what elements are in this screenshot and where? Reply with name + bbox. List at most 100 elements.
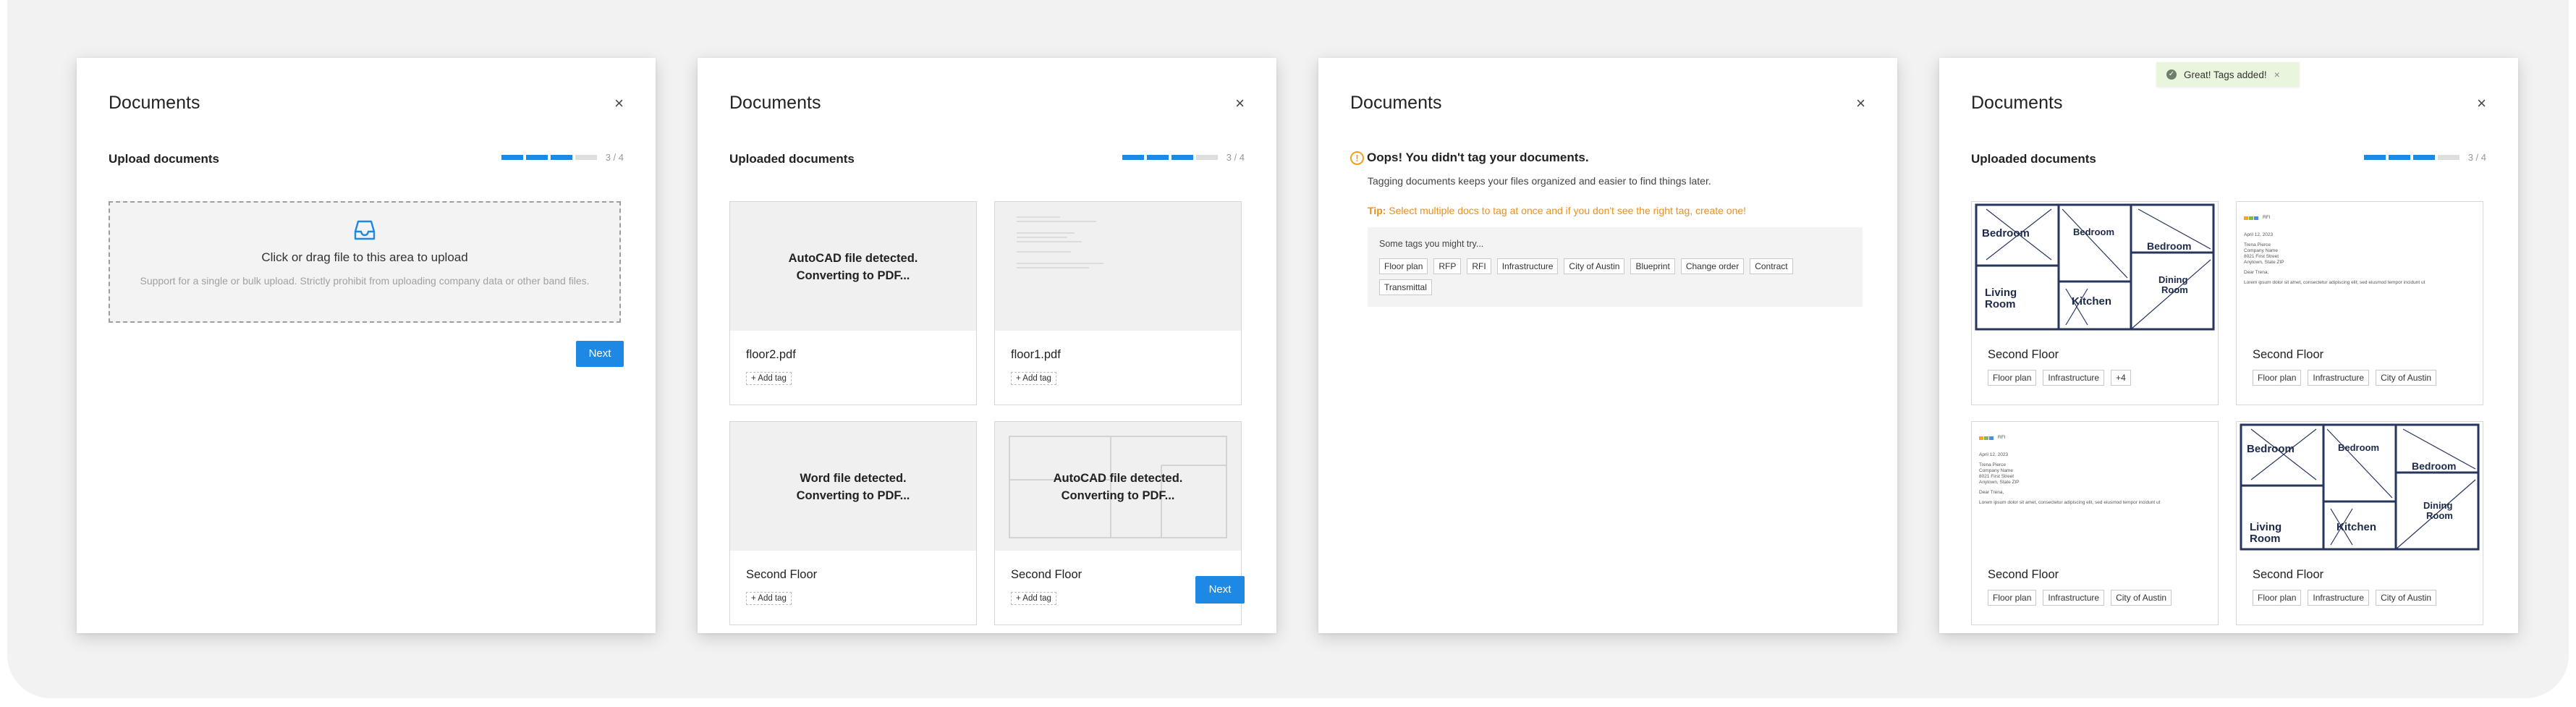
tag-chip[interactable]: Floor plan xyxy=(1988,370,2037,386)
warning-title: Oops! You didn't tag your documents. xyxy=(1367,151,1589,164)
close-icon[interactable]: × xyxy=(2477,94,2486,113)
letter-greeting: Dear Trena, xyxy=(2244,270,2269,275)
document-type-label: RFI xyxy=(1998,435,2006,440)
document-name: Second Floor xyxy=(1988,568,2059,581)
suggested-tag[interactable]: Infrastructure xyxy=(1496,258,1559,274)
letter-date: April 12, 2023 xyxy=(2244,232,2274,237)
room-label: Dining xyxy=(2423,500,2452,511)
tag-chip[interactable]: Floor plan xyxy=(2253,370,2302,386)
check-circle-icon: ✓ xyxy=(2166,69,2177,80)
close-icon[interactable]: × xyxy=(614,94,624,113)
close-icon[interactable]: × xyxy=(1235,94,1245,113)
inbox-icon xyxy=(354,220,376,240)
progress-segment xyxy=(2388,155,2410,160)
letter-body: Lorem ipsum dolor sit amet, consectetur … xyxy=(2244,280,2425,285)
tag-list: Floor plan Infrastructure City of Austin xyxy=(1988,590,2178,606)
warning-icon: ! xyxy=(1350,151,1364,165)
document-card[interactable]: Bedroom Bedroom Bedroom Living Room Kitc… xyxy=(1971,201,2219,405)
close-icon[interactable]: × xyxy=(1856,94,1865,113)
add-tag-button[interactable]: + Add tag xyxy=(746,372,792,385)
step-counter: 3 / 4 xyxy=(605,152,624,163)
tagged-documents-dialog: Documents × Uploaded documents 3 / 4 Bed… xyxy=(1939,58,2518,633)
progress-segment xyxy=(525,155,548,160)
tag-chip[interactable]: Infrastructure xyxy=(2308,590,2370,606)
logo-mark xyxy=(2254,216,2258,220)
suggested-tag[interactable]: RFP xyxy=(1433,258,1462,274)
document-preview-lines xyxy=(1017,216,1118,271)
next-button[interactable]: Next xyxy=(576,341,624,367)
add-tag-button[interactable]: + Add tag xyxy=(1011,592,1056,605)
suggested-tag[interactable]: RFI xyxy=(1467,258,1491,274)
suggested-tag[interactable]: Transmittal xyxy=(1379,279,1432,295)
toast-close-icon[interactable]: × xyxy=(2274,69,2280,80)
tag-chip[interactable]: City of Austin xyxy=(2111,590,2172,606)
letter-address-line: Trena Pierce xyxy=(1979,462,2006,467)
blueprint-preview: Bedroom Bedroom Bedroom Living Room Kitc… xyxy=(1975,203,2215,331)
suggested-tags-list: Floor plan RFP RFI Infrastructure City o… xyxy=(1379,258,1857,300)
suggested-tags-box: Some tags you might try... Floor plan RF… xyxy=(1368,227,1863,307)
document-name: Second Floor xyxy=(1011,568,1082,581)
suggested-tag[interactable]: Contract xyxy=(1750,258,1793,274)
suggested-tag[interactable]: City of Austin xyxy=(1564,258,1625,274)
room-label: Bedroom xyxy=(2338,442,2379,453)
room-label: Bedroom xyxy=(2412,460,2456,472)
tag-chip[interactable]: Floor plan xyxy=(2253,590,2302,606)
progress-segment xyxy=(575,155,597,160)
warning-body: Tagging documents keeps your files organ… xyxy=(1368,175,1711,187)
upload-dropzone[interactable]: Click or drag file to this area to uploa… xyxy=(109,201,621,323)
toast-message: Great! Tags added! xyxy=(2184,69,2267,80)
dialog-title: Documents xyxy=(1350,93,1442,113)
room-label: Bedroom xyxy=(2073,227,2114,237)
tag-list: Floor plan Infrastructure +4 xyxy=(1988,370,2138,386)
progress-segment xyxy=(501,155,523,160)
tag-chip[interactable]: Infrastructure xyxy=(2043,370,2105,386)
logo-mark xyxy=(1979,436,1983,440)
success-toast: ✓ Great! Tags added! × xyxy=(2156,62,2300,87)
tag-chip[interactable]: Floor plan xyxy=(1988,590,2037,606)
document-name: floor1.pdf xyxy=(1011,348,1061,361)
progress-segment xyxy=(2437,155,2460,160)
uploaded-documents-dialog: Documents × Uploaded documents 3 / 4 Aut… xyxy=(698,58,1276,633)
step-title: Upload documents xyxy=(109,152,220,166)
next-button[interactable]: Next xyxy=(1195,576,1245,604)
document-name: Second Floor xyxy=(2253,348,2324,361)
tag-chip[interactable]: City of Austin xyxy=(2376,590,2437,606)
more-tags-chip[interactable]: +4 xyxy=(2111,370,2131,386)
letter-date: April 12, 2023 xyxy=(1979,452,2009,457)
step-progress: 3 / 4 xyxy=(1122,152,1245,163)
tip-text: Tip: Select multiple docs to tag at once… xyxy=(1368,205,1746,216)
document-card[interactable]: Bedroom Bedroom Bedroom Living Room Kitc… xyxy=(2236,421,2483,625)
progress-segment xyxy=(1171,155,1193,160)
document-thumbnail: RFI April 12, 2023 Trena Pierce Company … xyxy=(1972,422,2218,551)
document-type-label: RFI xyxy=(2263,215,2271,220)
tag-chip[interactable]: City of Austin xyxy=(2376,370,2437,386)
suggested-tag[interactable]: Blueprint xyxy=(1630,258,1675,274)
logo-mark xyxy=(2244,216,2248,220)
add-tag-button[interactable]: + Add tag xyxy=(746,592,792,605)
add-tag-button[interactable]: + Add tag xyxy=(1011,372,1056,385)
document-card[interactable]: floor1.pdf + Add tag xyxy=(994,201,1242,405)
conversion-status-line: Converting to PDF... xyxy=(1061,489,1175,502)
document-card[interactable]: Word file detected. Converting to PDF...… xyxy=(729,421,977,625)
suggested-tag[interactable]: Floor plan xyxy=(1379,258,1428,274)
letter-address-line: Anytown, State ZIP xyxy=(1979,480,2020,485)
dialog-title: Documents xyxy=(729,93,821,113)
letter-address-line: Company Name xyxy=(1979,468,2013,473)
suggested-tag[interactable]: Change order xyxy=(1680,258,1745,274)
step-progress: 3 / 4 xyxy=(501,152,624,163)
document-card[interactable]: RFI April 12, 2023 Trena Pierce Company … xyxy=(2236,201,2483,405)
document-thumbnail: AutoCAD file detected. Converting to PDF… xyxy=(995,422,1241,551)
conversion-status: Word file detected. Converting to PDF... xyxy=(730,470,976,504)
conversion-status-line: AutoCAD file detected. xyxy=(1053,472,1183,485)
missing-tags-dialog: Documents × ! Oops! You didn't tag your … xyxy=(1318,58,1897,633)
progress-segment xyxy=(1122,155,1144,160)
tag-chip[interactable]: Infrastructure xyxy=(2308,370,2370,386)
room-label: Living xyxy=(2250,521,2281,533)
tag-chip[interactable]: Infrastructure xyxy=(2043,590,2105,606)
letter-address-line: Anytown, State ZIP xyxy=(2244,260,2284,265)
conversion-status-line: Converting to PDF... xyxy=(796,269,910,282)
document-card[interactable]: RFI April 12, 2023 Trena Pierce Company … xyxy=(1971,421,2219,625)
document-card[interactable]: AutoCAD file detected. Converting to PDF… xyxy=(729,201,977,405)
document-thumbnail: AutoCAD file detected. Converting to PDF… xyxy=(730,202,976,331)
room-label: Room xyxy=(1985,298,2016,310)
